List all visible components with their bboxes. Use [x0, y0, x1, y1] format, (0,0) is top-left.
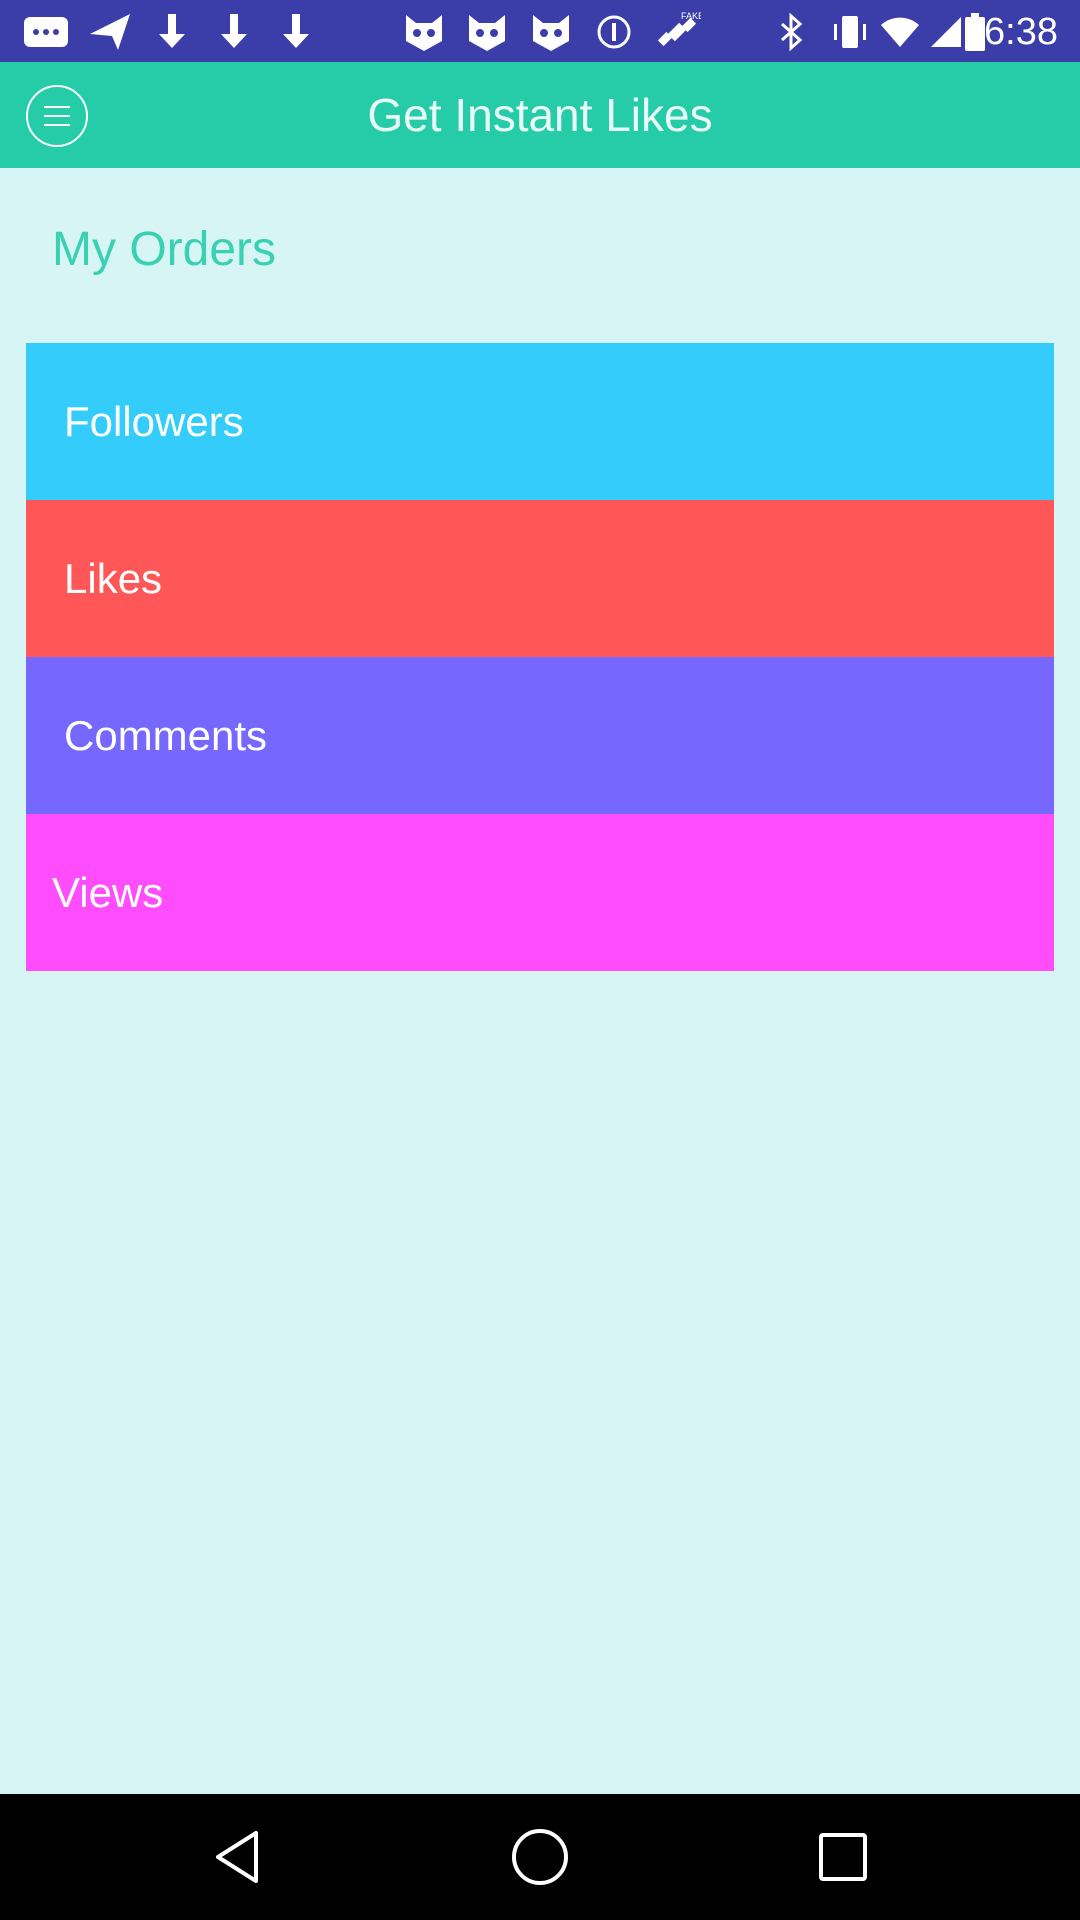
- order-item-comments[interactable]: Comments: [26, 657, 1054, 814]
- fake-gps-satellite-icon: FAKE: [654, 8, 702, 56]
- status-bar: FAKE 6:38: [0, 0, 1080, 62]
- order-item-likes[interactable]: Likes: [26, 500, 1054, 657]
- order-item-views[interactable]: Views: [26, 814, 1054, 971]
- svg-text:FAKE: FAKE: [681, 11, 701, 21]
- cat-face-icon-1: [400, 8, 448, 56]
- download-icon-3: [272, 8, 320, 56]
- cat-face-icon-2: [463, 8, 511, 56]
- navigation-bar: [0, 1794, 1080, 1920]
- order-item-label: Comments: [64, 712, 268, 759]
- status-time: 6:38: [984, 11, 1058, 53]
- hamburger-menu-icon[interactable]: [26, 85, 88, 147]
- order-list: Followers Likes Comments Views: [26, 343, 1054, 971]
- bluetooth-icon: [768, 8, 816, 56]
- order-item-followers[interactable]: Followers: [26, 343, 1054, 500]
- recents-square-icon[interactable]: [808, 1822, 878, 1892]
- navigation-arrow-icon: [86, 8, 134, 56]
- download-icon-1: [148, 8, 196, 56]
- download-icon-2: [210, 8, 258, 56]
- order-item-label: Views: [52, 869, 164, 916]
- app-title: Get Instant Likes: [367, 89, 713, 141]
- vibrate-icon: [826, 8, 874, 56]
- app-bar: Get Instant Likes: [0, 62, 1080, 168]
- order-item-label: Followers: [64, 398, 244, 445]
- order-item-label: Likes: [64, 555, 163, 602]
- home-circle-icon[interactable]: [505, 1822, 575, 1892]
- cat-face-icon-3: [527, 8, 575, 56]
- wifi-icon: [876, 8, 924, 56]
- section-title-my-orders: My Orders: [52, 223, 277, 276]
- back-triangle-icon[interactable]: [202, 1822, 272, 1892]
- messages-icon: [22, 8, 70, 56]
- circle-info-icon: [590, 8, 638, 56]
